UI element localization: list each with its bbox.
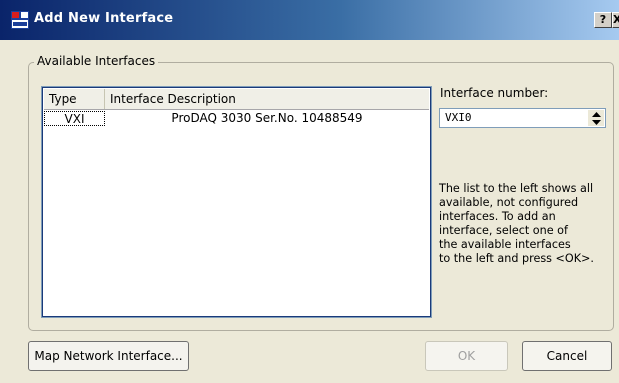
map-network-interface-button[interactable]: Map Network Interface... [28, 341, 189, 371]
cell-type: VXI [44, 111, 105, 126]
spin-up-button[interactable] [588, 110, 604, 118]
title-bar[interactable]: Add New Interface ? X [0, 0, 619, 40]
interface-number-value[interactable]: VXI0 [445, 109, 472, 127]
help-text: The list to the left shows all available… [439, 182, 594, 265]
app-logo-icon [11, 11, 29, 29]
list-item[interactable]: VXI ProDAQ 3030 Ser.No. 10488549 [44, 111, 429, 126]
cancel-button[interactable]: Cancel [522, 341, 612, 371]
add-new-interface-dialog: Add New Interface ? X Available Interfac… [0, 0, 619, 383]
spin-down-button[interactable] [588, 118, 604, 126]
cell-description: ProDAQ 3030 Ser.No. 10488549 [171, 111, 363, 125]
arrow-down-icon [591, 119, 601, 125]
column-header-description[interactable]: Interface Description [105, 89, 429, 109]
help-button[interactable]: ? [594, 12, 612, 28]
column-header-type[interactable]: Type [44, 89, 105, 109]
group-label: Available Interfaces [34, 54, 159, 68]
spin-buttons [588, 110, 604, 126]
interfaces-list[interactable]: Type Interface Description VXI ProDAQ 30… [41, 86, 432, 318]
ok-button[interactable]: OK [425, 341, 508, 371]
interface-number-label: Interface number: [440, 86, 549, 100]
list-header: Type Interface Description [44, 89, 429, 110]
interface-number-spinbox[interactable]: VXI0 [439, 108, 606, 128]
arrow-up-icon [591, 111, 601, 117]
close-button[interactable]: X [612, 12, 619, 28]
window-title: Add New Interface [34, 11, 174, 26]
